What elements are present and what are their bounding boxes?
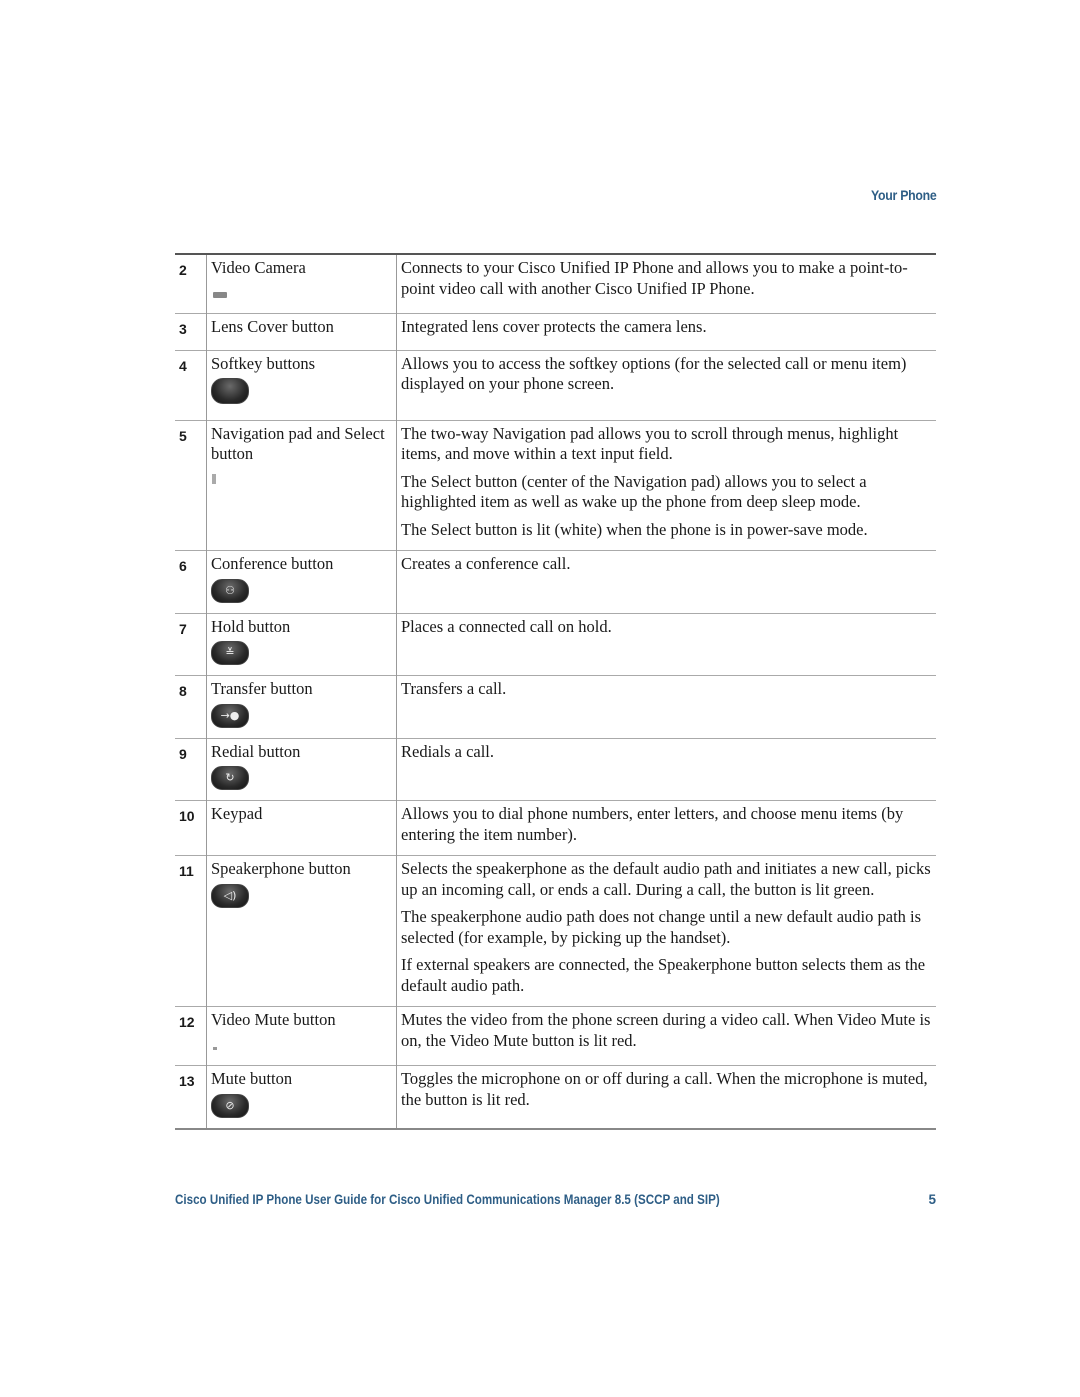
description-paragraph: The two-way Navigation pad allows you to… <box>401 423 899 464</box>
item-name-cell: Mute button ⊘ <box>206 1065 397 1129</box>
item-description: Redials a call. <box>396 737 936 801</box>
item-name-cell: Video Mute button <box>206 1006 397 1066</box>
description-paragraph: The speakerphone audio path does not cha… <box>401 907 922 947</box>
table-row: 6 Conference button ⚇ Creates a conference … <box>175 550 936 613</box>
item-description: Mutes the video from the phone screen du… <box>396 1006 936 1066</box>
table-row: 3 Lens Cover button Integrated lens cover … <box>175 313 936 350</box>
item-name: Transfer button <box>211 679 313 698</box>
item-description: Places a connected call on hold. <box>396 612 936 676</box>
description-paragraph: Toggles the microphone on or off during … <box>401 1069 928 1109</box>
item-description: Transfers a call. <box>396 675 936 738</box>
video-camera-icon <box>213 291 227 298</box>
item-name: Lens Cover button <box>211 317 334 336</box>
item-description: Toggles the microphone on or off during … <box>396 1065 936 1129</box>
item-description: Creates a conference call. <box>396 550 936 613</box>
item-number: 11 <box>175 855 207 1007</box>
item-name-cell: Transfer button →● <box>206 675 397 738</box>
table-row: 9 Redial button ↻ Redials a call. <box>175 737 936 801</box>
description-paragraph: Places a connected call on hold. <box>401 616 612 636</box>
table-row: 7 Hold button ≚ Places a connected call on … <box>175 612 936 676</box>
description-paragraph: The Select button (center of the Navigat… <box>401 471 867 512</box>
table-row: 10 Keypad Allows you to dial phone numbers… <box>175 800 936 856</box>
item-description: The two-way Navigation pad allows you to… <box>396 419 936 551</box>
table-row: 2 Video Camera Connects to your Cisco Unif… <box>175 254 936 314</box>
description-paragraph: If external speakers are connected, the … <box>401 955 926 995</box>
page-number: 5 <box>928 1192 936 1207</box>
item-name-cell: Softkey buttons <box>206 349 397 420</box>
footer-title: Cisco Unified IP Phone User Guide for Ci… <box>175 1192 720 1207</box>
navigation-pad-icon <box>212 473 216 484</box>
video-mute-icon <box>213 1046 217 1050</box>
item-number: 4 <box>175 349 207 420</box>
item-name: Video Camera <box>211 258 306 277</box>
description-paragraph: Selects the speakerphone as the default … <box>401 859 931 899</box>
item-number: 3 <box>175 313 207 350</box>
transfer-icon: →● <box>211 703 249 728</box>
table-row: 12 Video Mute button Mutes the video from … <box>175 1006 936 1066</box>
description-paragraph: Redials a call. <box>401 741 495 761</box>
item-number: 8 <box>175 675 207 738</box>
item-description: Allows you to access the softkey options… <box>396 349 936 420</box>
page-footer: Cisco Unified IP Phone User Guide for Ci… <box>175 1192 936 1207</box>
item-name: Video Mute button <box>211 1010 336 1029</box>
item-name: Speakerphone button <box>211 859 351 878</box>
description-paragraph: Transfers a call. <box>401 679 507 698</box>
table-row: 11 Speakerphone button ◁) Selects the speak… <box>175 855 936 1007</box>
softkey-button-icon <box>211 378 249 404</box>
description-paragraph: Mutes the video from the phone screen du… <box>401 1010 931 1050</box>
item-name: Navigation pad and Select button <box>211 423 385 464</box>
item-description: Allows you to dial phone numbers, enter … <box>396 800 936 856</box>
item-name: Softkey buttons <box>211 353 316 373</box>
item-number: 13 <box>175 1065 207 1129</box>
description-paragraph: Creates a conference call. <box>401 554 571 573</box>
redial-icon: ↻ <box>211 766 249 790</box>
item-name-cell: Lens Cover button <box>206 313 397 350</box>
item-name-cell: Speakerphone button ◁) <box>206 855 397 1007</box>
phone-features-table: 2 Video Camera Connects to your Cisco Unif… <box>175 253 936 1130</box>
conference-icon: ⚇ <box>211 578 249 603</box>
table-row: 13 Mute button ⊘ Toggles the microphone on … <box>175 1065 936 1129</box>
description-paragraph: Allows you to access the softkey options… <box>401 353 907 394</box>
item-number: 5 <box>175 419 207 551</box>
item-number: 6 <box>175 550 207 613</box>
item-name: Mute button <box>211 1069 293 1088</box>
item-number: 2 <box>175 254 207 314</box>
item-name-cell: Hold button ≚ <box>206 612 397 676</box>
item-description: Selects the speakerphone as the default … <box>396 855 936 1007</box>
description-paragraph: The Select button is lit (white) when th… <box>401 519 868 539</box>
item-name: Conference button <box>211 554 334 573</box>
item-name-cell: Keypad <box>206 800 397 856</box>
item-name: Redial button <box>211 741 301 761</box>
description-paragraph: Integrated lens cover protects the camer… <box>401 317 707 336</box>
item-number: 9 <box>175 737 207 801</box>
item-name: Keypad <box>211 804 263 823</box>
item-name-cell: Conference button ⚇ <box>206 550 397 613</box>
item-name-cell: Redial button ↻ <box>206 737 397 801</box>
speaker-icon: ◁) <box>211 883 249 908</box>
item-description: Connects to your Cisco Unified IP Phone … <box>397 254 937 314</box>
item-description: Integrated lens cover protects the camer… <box>396 313 936 350</box>
item-name-cell: Navigation pad and Select button <box>206 419 397 551</box>
item-name: Hold button <box>211 616 291 636</box>
item-number: 7 <box>175 612 207 676</box>
item-number: 12 <box>175 1006 207 1066</box>
mute-icon: ⊘ <box>211 1093 249 1118</box>
table-row: 4 Softkey buttons Allows you to access the… <box>175 349 936 420</box>
section-header: Your Phone <box>871 187 937 203</box>
description-paragraph: Connects to your Cisco Unified IP Phone … <box>401 258 908 298</box>
item-name-cell: Video Camera <box>206 254 397 314</box>
description-paragraph: Allows you to dial phone numbers, enter … <box>401 804 904 844</box>
table-row: 5 Navigation pad and Select button The two… <box>175 419 936 551</box>
table-row: 8 Transfer button →● Transfers a call. <box>175 675 936 738</box>
hold-icon: ≚ <box>211 641 249 665</box>
item-number: 10 <box>175 800 207 856</box>
